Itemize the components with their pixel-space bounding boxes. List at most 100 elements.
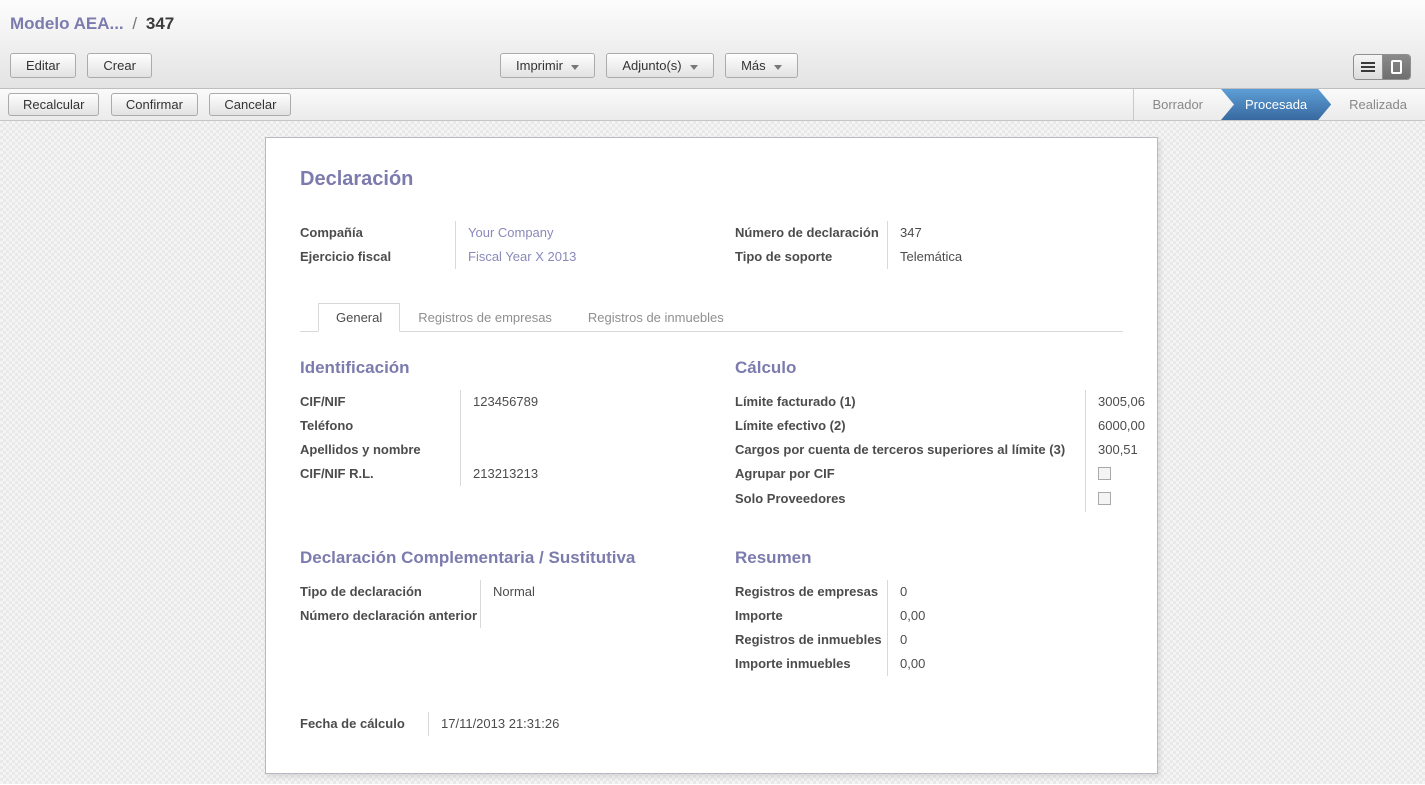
- section-title-identificacion: Identificación: [300, 358, 735, 378]
- field-value-tipo-soporte: Telemática: [887, 245, 1123, 269]
- field-value-cif-nif: 123456789: [460, 390, 735, 414]
- field-label-tipo-declaracion: Tipo de declaración: [300, 580, 480, 604]
- complementaria-fields: Tipo de declaración Normal Número declar…: [300, 580, 735, 628]
- print-label: Imprimir: [516, 58, 563, 73]
- calculo-fields: Límite facturado (1) 3005,06 Límite efec…: [735, 390, 1145, 512]
- section-complementaria: Declaración Complementaria / Sustitutiva…: [300, 548, 735, 676]
- breadcrumb-current: 347: [146, 14, 174, 33]
- section-row-1: Identificación CIF/NIF 123456789 Teléfon…: [300, 358, 1123, 512]
- field-value-agrupar-por-cif: [1085, 462, 1145, 487]
- field-label-registros-empresas: Registros de empresas: [735, 580, 887, 604]
- attachments-label: Adjunto(s): [622, 58, 681, 73]
- top-header: Modelo AEA... / 347 Editar Crear Imprimi…: [0, 0, 1425, 88]
- tab-content-general: Identificación CIF/NIF 123456789 Teléfon…: [300, 332, 1123, 736]
- field-value-numero-declaracion-anterior: [480, 604, 735, 628]
- field-value-cif-nif-rl: 213213213: [460, 462, 735, 486]
- form-sheet: Declaración Compañía Your Company Ejerci…: [265, 137, 1158, 774]
- section-title-complementaria: Declaración Complementaria / Sustitutiva: [300, 548, 735, 568]
- field-label-solo-proveedores: Solo Proveedores: [735, 487, 1085, 512]
- field-label-cargos-terceros: Cargos por cuenta de terceros superiores…: [735, 438, 1085, 462]
- header-fields-right: Número de declaración 347 Tipo de soport…: [735, 221, 1123, 269]
- field-label-telefono: Teléfono: [300, 414, 460, 438]
- main-content-area: Declaración Compañía Your Company Ejerci…: [0, 121, 1425, 784]
- tab-registros-de-empresas[interactable]: Registros de empresas: [400, 303, 570, 332]
- workflow-buttons: Recalcular Confirmar Cancelar: [0, 93, 291, 116]
- status-state-borrador: Borrador: [1134, 89, 1221, 120]
- tab-general[interactable]: General: [318, 303, 400, 332]
- form-view-button[interactable]: [1382, 55, 1410, 79]
- page-title: Declaración: [300, 168, 1123, 191]
- status-bar: Borrador Procesada Realizada: [1133, 89, 1425, 120]
- field-value-ejercicio-fiscal[interactable]: Fiscal Year X 2013: [455, 245, 735, 269]
- section-resumen: Resumen Registros de empresas 0 Importe …: [735, 548, 1123, 676]
- status-state-procesada: Procesada: [1221, 89, 1331, 120]
- status-state-realizada: Realizada: [1331, 89, 1425, 120]
- field-value-registros-empresas: 0: [887, 580, 1123, 604]
- confirm-button[interactable]: Confirmar: [111, 93, 198, 116]
- field-label-numero-declaracion: Número de declaración: [735, 221, 887, 245]
- sheet-header-fields: Compañía Your Company Ejercicio fiscal F…: [300, 221, 1123, 269]
- field-value-compania[interactable]: Your Company: [455, 221, 735, 245]
- caret-down-icon: [774, 65, 782, 70]
- field-label-importe: Importe: [735, 604, 887, 628]
- list-icon: [1361, 62, 1375, 72]
- field-label-cif-nif-rl: CIF/NIF R.L.: [300, 462, 460, 486]
- agrupar-por-cif-checkbox[interactable]: [1098, 467, 1111, 480]
- field-value-tipo-declaracion: Normal: [480, 580, 735, 604]
- solo-proveedores-checkbox[interactable]: [1098, 492, 1111, 505]
- field-value-limite-efectivo: 6000,00: [1085, 414, 1145, 438]
- print-dropdown-button[interactable]: Imprimir: [500, 53, 595, 78]
- field-value-cargos-terceros: 300,51: [1085, 438, 1145, 462]
- notebook-tabs: General Registros de empresas Registros …: [300, 303, 1123, 332]
- identificacion-fields: CIF/NIF 123456789 Teléfono Apellidos y n…: [300, 390, 735, 486]
- record-buttons: Editar Crear: [10, 53, 152, 78]
- edit-button[interactable]: Editar: [10, 53, 76, 78]
- view-switcher: [1353, 54, 1411, 80]
- section-calculo: Cálculo Límite facturado (1) 3005,06 Lím…: [735, 358, 1145, 512]
- action-toolbar: Recalcular Confirmar Cancelar Borrador P…: [0, 88, 1425, 121]
- cancel-button[interactable]: Cancelar: [209, 93, 291, 116]
- breadcrumb: Modelo AEA... / 347: [0, 0, 1425, 34]
- breadcrumb-parent-link[interactable]: Modelo AEA...: [10, 14, 124, 33]
- field-value-registros-inmuebles: 0: [887, 628, 1123, 652]
- field-label-limite-efectivo: Límite efectivo (2): [735, 414, 1085, 438]
- field-value-importe: 0,00: [887, 604, 1123, 628]
- attachments-dropdown-button[interactable]: Adjunto(s): [606, 53, 713, 78]
- field-value-numero-declaracion: 347: [887, 221, 1123, 245]
- field-label-cif-nif: CIF/NIF: [300, 390, 460, 414]
- field-label-tipo-soporte: Tipo de soporte: [735, 245, 887, 269]
- field-label-limite-facturado: Límite facturado (1): [735, 390, 1085, 414]
- field-value-fecha-calculo: 17/11/2013 21:31:26: [428, 712, 735, 736]
- header-fields-left: Compañía Your Company Ejercicio fiscal F…: [300, 221, 735, 269]
- field-label-apellidos-y-nombre: Apellidos y nombre: [300, 438, 460, 462]
- field-label-importe-inmuebles: Importe inmuebles: [735, 652, 887, 676]
- resumen-fields: Registros de empresas 0 Importe 0,00 Reg…: [735, 580, 1123, 676]
- field-value-apellidos-y-nombre: [460, 438, 735, 462]
- field-label-fecha-calculo: Fecha de cálculo: [300, 712, 428, 736]
- tab-registros-de-inmuebles[interactable]: Registros de inmuebles: [570, 303, 742, 332]
- field-label-numero-declaracion-anterior: Número declaración anterior: [300, 604, 480, 628]
- section-row-2: Declaración Complementaria / Sustitutiva…: [300, 548, 1123, 676]
- caret-down-icon: [690, 65, 698, 70]
- section-identificacion: Identificación CIF/NIF 123456789 Teléfon…: [300, 358, 735, 512]
- caret-down-icon: [571, 65, 579, 70]
- field-value-telefono: [460, 414, 735, 438]
- form-icon: [1391, 60, 1402, 74]
- list-view-button[interactable]: [1354, 55, 1382, 79]
- breadcrumb-separator: /: [128, 14, 141, 33]
- more-dropdown-button[interactable]: Más: [725, 53, 798, 78]
- section-title-calculo: Cálculo: [735, 358, 1145, 378]
- recalculate-button[interactable]: Recalcular: [8, 93, 99, 116]
- section-title-resumen: Resumen: [735, 548, 1123, 568]
- field-value-limite-facturado: 3005,06: [1085, 390, 1145, 414]
- document-buttons: Imprimir Adjunto(s) Más: [500, 53, 798, 78]
- field-label-compania: Compañía: [300, 221, 455, 245]
- more-label: Más: [741, 58, 766, 73]
- create-button[interactable]: Crear: [87, 53, 152, 78]
- field-label-ejercicio-fiscal: Ejercicio fiscal: [300, 245, 455, 269]
- field-value-solo-proveedores: [1085, 487, 1145, 512]
- field-label-agrupar-por-cif: Agrupar por CIF: [735, 462, 1085, 487]
- fecha-calculo-field: Fecha de cálculo 17/11/2013 21:31:26: [300, 712, 735, 736]
- field-value-importe-inmuebles: 0,00: [887, 652, 1123, 676]
- field-label-registros-inmuebles: Registros de inmuebles: [735, 628, 887, 652]
